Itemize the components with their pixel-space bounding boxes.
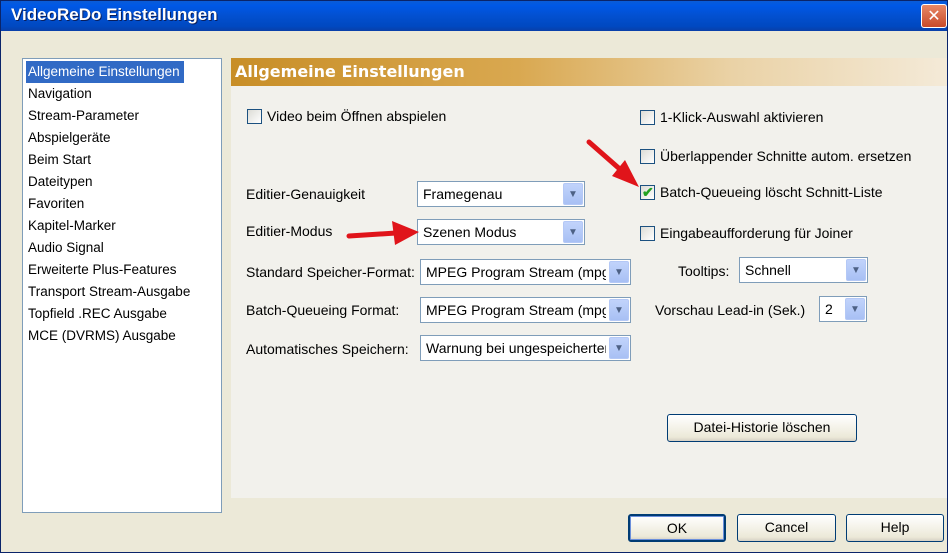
select-value: MPEG Program Stream (mpg) (426, 302, 606, 318)
chevron-down-icon[interactable]: ▼ (609, 261, 629, 283)
checkbox-box[interactable] (640, 225, 655, 241)
settings-panel: Allgemeine Einstellungen Video beim Öffn… (231, 58, 947, 498)
sidebar-item-label: Transport Stream-Ausgabe (28, 284, 191, 300)
settings-dialog: VideoReDo Einstellungen ✕ Allgemeine Ein… (0, 0, 948, 553)
tooltips-select[interactable]: Schnell ▼ (739, 257, 868, 283)
sidebar-item-label: Navigation (28, 86, 92, 102)
select-value: Szenen Modus (423, 224, 517, 240)
one-click-label: 1-Klick-Auswahl aktivieren (660, 109, 824, 125)
title-bar[interactable]: VideoReDo Einstellungen ✕ (1, 1, 947, 31)
batch-clear-checkbox[interactable]: ✔ Batch-Queueing löscht Schnitt-Liste (640, 184, 883, 200)
window-title: VideoReDo Einstellungen (11, 5, 218, 24)
joiner-prompt-label: Eingabeaufforderung für Joiner (660, 225, 853, 241)
play-on-open-label: Video beim Öffnen abspielen (267, 108, 447, 124)
sidebar-item[interactable]: MCE (DVRMS) Ausgabe (26, 325, 218, 347)
joiner-prompt-checkbox[interactable]: Eingabeaufforderung für Joiner (640, 225, 853, 241)
help-button[interactable]: Help (846, 514, 944, 542)
settings-category-list[interactable]: Allgemeine Einstellungen Navigation Stream… (22, 58, 222, 513)
chevron-down-icon[interactable]: ▼ (563, 183, 583, 205)
select-value: MPEG Program Stream (mpg) (426, 264, 606, 280)
sidebar-item-label: Kapitel-Marker (28, 218, 116, 234)
save-format-select[interactable]: MPEG Program Stream (mpg) ▼ (420, 259, 631, 285)
chevron-down-icon[interactable]: ▼ (563, 221, 583, 243)
checkbox-box[interactable] (640, 109, 655, 125)
preview-leadin-label: Vorschau Lead-in (Sek.) (655, 302, 806, 318)
overlap-replace-label: Überlappender Schnitte autom. ersetzen (660, 148, 912, 164)
sidebar-item-label: Dateitypen (28, 174, 93, 190)
select-value: 2 (825, 301, 833, 317)
tooltips-label: Tooltips: (678, 263, 730, 279)
sidebar-item[interactable]: Dateitypen (26, 171, 218, 193)
sidebar-item[interactable]: Favoriten (26, 193, 218, 215)
sidebar-item-label: Beim Start (28, 152, 92, 168)
select-value: Framegenau (423, 186, 503, 202)
sidebar-item-label: Favoriten (28, 196, 85, 212)
edit-mode-label: Editier-Modus (246, 223, 333, 239)
chevron-down-icon[interactable]: ▼ (609, 337, 629, 359)
sidebar-item-label: Audio Signal (28, 240, 104, 256)
panel-header: Allgemeine Einstellungen (231, 58, 947, 86)
close-button[interactable]: ✕ (921, 4, 947, 28)
checkbox-box[interactable] (640, 148, 655, 164)
sidebar-item[interactable]: Abspielgeräte (26, 127, 218, 149)
batch-format-label: Batch-Queueing Format: (246, 302, 400, 318)
sidebar-item[interactable]: Kapitel-Marker (26, 215, 218, 237)
select-value: Schnell (745, 262, 791, 278)
edit-precision-select[interactable]: Framegenau ▼ (417, 181, 585, 207)
sidebar-item-label: Allgemeine Einstellungen (26, 61, 184, 84)
select-value: Warnung bei ungespeicherten (426, 340, 606, 356)
one-click-checkbox[interactable]: 1-Klick-Auswahl aktivieren (640, 109, 823, 125)
sidebar-item[interactable]: Stream-Parameter (26, 105, 218, 127)
checkbox-box[interactable]: ✔ (640, 183, 655, 200)
sidebar-item[interactable]: Topfield .REC Ausgabe (26, 303, 218, 325)
autosave-select[interactable]: Warnung bei ungespeicherten ▼ (420, 335, 631, 361)
chevron-down-icon[interactable]: ▼ (609, 299, 629, 321)
ok-button[interactable]: OK (628, 514, 726, 542)
sidebar-item[interactable]: Allgemeine Einstellungen (26, 61, 218, 84)
sidebar-item-label: Abspielgeräte (28, 130, 111, 146)
save-format-label: Standard Speicher-Format: (246, 264, 415, 280)
checkbox-box[interactable] (247, 108, 262, 124)
preview-leadin-select[interactable]: 2 ▼ (819, 296, 867, 322)
sidebar-item[interactable]: Beim Start (26, 149, 218, 171)
sidebar-item[interactable]: Navigation (26, 83, 218, 105)
sidebar-item[interactable]: Erweiterte Plus-Features (26, 259, 218, 281)
close-icon: ✕ (927, 6, 941, 25)
edit-mode-select[interactable]: Szenen Modus ▼ (417, 219, 585, 245)
sidebar-item[interactable]: Audio Signal (26, 237, 218, 259)
play-on-open-checkbox[interactable]: Video beim Öffnen abspielen (247, 108, 446, 124)
sidebar-item-label: MCE (DVRMS) Ausgabe (28, 328, 176, 344)
autosave-label: Automatisches Speichern: (246, 341, 409, 357)
sidebar-item-label: Topfield .REC Ausgabe (28, 306, 167, 322)
edit-precision-label: Editier-Genauigkeit (246, 186, 366, 202)
clear-history-button[interactable]: Datei-Historie löschen (667, 414, 857, 442)
chevron-down-icon[interactable]: ▼ (845, 298, 865, 320)
sidebar-item-label: Erweiterte Plus-Features (28, 262, 177, 278)
check-icon: ✔ (642, 183, 654, 200)
sidebar-item[interactable]: Transport Stream-Ausgabe (26, 281, 218, 303)
overlap-replace-checkbox[interactable]: Überlappender Schnitte autom. ersetzen (640, 148, 911, 164)
sidebar-item-label: Stream-Parameter (28, 108, 140, 124)
batch-clear-label: Batch-Queueing löscht Schnitt-Liste (660, 184, 883, 200)
chevron-down-icon[interactable]: ▼ (846, 259, 866, 281)
batch-format-select[interactable]: MPEG Program Stream (mpg) ▼ (420, 297, 631, 323)
cancel-button[interactable]: Cancel (737, 514, 836, 542)
